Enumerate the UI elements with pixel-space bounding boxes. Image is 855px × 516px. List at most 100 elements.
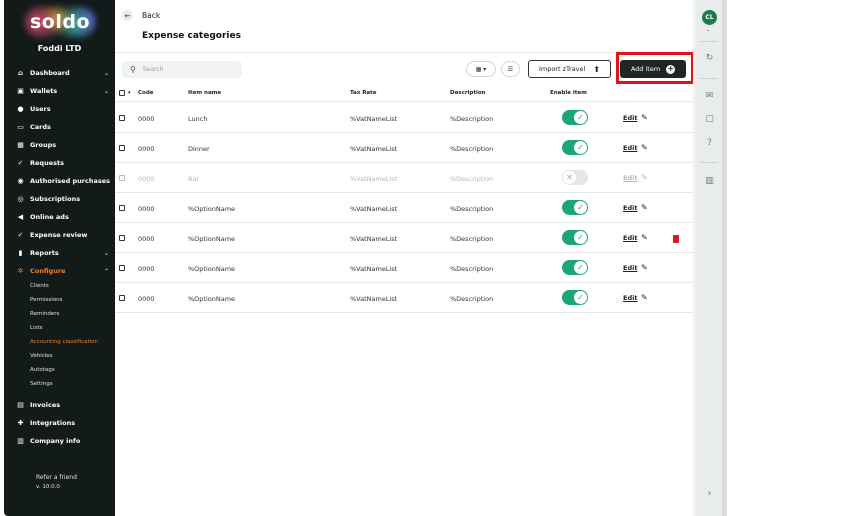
- sidebar-item-cards[interactable]: ▭ Cards: [4, 120, 115, 134]
- table-row: 0000 %OptionName %VatNameList %Description ✓…: [115, 193, 693, 223]
- row-checkbox[interactable]: [119, 295, 125, 301]
- sidebar-subitem-autotags[interactable]: Autotags: [30, 365, 55, 375]
- chevron-icon[interactable]: ⌄: [104, 70, 109, 77]
- megaphone-icon: ◀: [17, 213, 24, 221]
- sidebar-item-label: Online ads: [30, 213, 69, 221]
- enable-item-toggle[interactable]: ✓: [562, 200, 588, 215]
- sidebar-subitem-accounting-classification[interactable]: Accounting classification: [30, 337, 98, 347]
- pencil-icon[interactable]: ✎: [641, 233, 648, 242]
- sidebar-item-authorised-purchases[interactable]: ◉ Authorised purchases: [4, 174, 115, 188]
- chevron-icon[interactable]: ⌄: [104, 88, 109, 95]
- expand-chevron-icon[interactable]: ›: [703, 488, 716, 499]
- sidebar-subitem-permissions[interactable]: Permissions: [30, 295, 63, 305]
- list-view-button[interactable]: ☰: [501, 61, 520, 77]
- requests-icon: ✓: [17, 159, 24, 167]
- help-icon[interactable]: ?: [703, 138, 716, 148]
- chevron-icon[interactable]: ⌄: [104, 250, 109, 257]
- sidebar-item-requests[interactable]: ✓ Requests: [4, 156, 115, 170]
- chevron-icon[interactable]: ⌃: [104, 268, 109, 275]
- enable-item-toggle[interactable]: ✓: [562, 260, 588, 275]
- edit-link[interactable]: Edit: [623, 234, 637, 242]
- column-code: Code: [138, 90, 154, 96]
- sidebar-item-expense-review[interactable]: ✓ Expense review: [4, 228, 115, 242]
- cell-tax-rate: %VatNameList: [350, 175, 398, 183]
- rightbar-divider: [700, 78, 718, 79]
- refresh-icon[interactable]: ↻: [703, 53, 716, 63]
- sidebar-item-wallets[interactable]: ▣ Wallets ⌄: [4, 84, 115, 98]
- row-checkbox[interactable]: [119, 205, 125, 211]
- bank-icon[interactable]: ▥: [703, 176, 716, 186]
- enable-item-toggle[interactable]: ✓: [562, 140, 588, 155]
- cell-description: %Description: [450, 115, 494, 123]
- sidebar-item-users[interactable]: ● Users: [4, 102, 115, 116]
- sidebar-item-configure[interactable]: ✲ Configure ⌃: [4, 264, 115, 278]
- enable-item-toggle[interactable]: ✕: [562, 170, 588, 185]
- enable-item-toggle[interactable]: ✓: [562, 290, 588, 305]
- select-all-checkbox[interactable]: [119, 90, 125, 96]
- authorised-icon: ◉: [17, 177, 24, 185]
- enable-item-toggle[interactable]: ✓: [562, 110, 588, 125]
- avatar-chevron-icon[interactable]: ⌄: [706, 27, 710, 33]
- select-all-chevron-icon[interactable]: ▾: [128, 90, 131, 96]
- trash-icon[interactable]: [673, 235, 679, 243]
- table-row: 0000 %OptionName %VatNameList %Description ✓…: [115, 283, 693, 313]
- edit-link[interactable]: Edit: [623, 114, 637, 122]
- pencil-icon[interactable]: ✎: [641, 113, 648, 122]
- import-ztravel-button[interactable]: Import zTravel ⬆: [528, 60, 611, 78]
- back-button[interactable]: ← Back: [122, 10, 160, 21]
- avatar[interactable]: CL: [702, 10, 717, 25]
- upload-icon: ⬆: [593, 64, 601, 74]
- sidebar-item-label: Reports: [30, 249, 59, 257]
- cell-tax-rate: %VatNameList: [350, 295, 398, 303]
- cell-code: 0000: [138, 235, 155, 243]
- mail-icon[interactable]: ✉: [703, 91, 716, 101]
- pencil-icon[interactable]: ✎: [641, 143, 648, 152]
- check-icon: ✓: [574, 291, 587, 304]
- sidebar-item-company-info[interactable]: ▥ Company info: [4, 434, 115, 448]
- sidebar-subitem-settings[interactable]: Settings: [30, 379, 53, 389]
- building-icon: ▥: [17, 437, 24, 445]
- sidebar-subitem-vehicles[interactable]: Vehicles: [30, 351, 53, 361]
- home-icon: ⌂: [17, 69, 23, 77]
- pencil-icon[interactable]: ✎: [641, 173, 648, 182]
- sidebar-item-groups[interactable]: ▦ Groups: [4, 138, 115, 152]
- sidebar-item-integrations[interactable]: ✚ Integrations: [4, 416, 115, 430]
- sidebar-subitem-clients[interactable]: Clients: [30, 281, 49, 291]
- refer-friend-link[interactable]: Refer a friend: [36, 474, 77, 481]
- sidebar-item-subscriptions[interactable]: ◎ Subscriptions: [4, 192, 115, 206]
- sidebar-item-online-ads[interactable]: ◀ Online ads: [4, 210, 115, 224]
- row-checkbox[interactable]: [119, 115, 125, 121]
- cell-item-name: Dinner: [188, 145, 210, 153]
- edit-link[interactable]: Edit: [623, 144, 637, 152]
- rightbar-divider: [700, 41, 718, 42]
- row-checkbox[interactable]: [119, 175, 125, 181]
- cell-description: %Description: [450, 235, 494, 243]
- sidebar-item-reports[interactable]: ▮ Reports ⌄: [4, 246, 115, 260]
- row-checkbox[interactable]: [119, 265, 125, 271]
- sidebar-item-dashboard[interactable]: ⌂ Dashboard ⌄: [4, 66, 115, 80]
- pencil-icon[interactable]: ✎: [641, 203, 648, 212]
- edit-link[interactable]: Edit: [623, 294, 637, 302]
- enable-item-toggle[interactable]: ✓: [562, 230, 588, 245]
- pencil-icon[interactable]: ✎: [641, 293, 648, 302]
- sidebar-subitem-lists[interactable]: Lists: [30, 323, 42, 333]
- cell-tax-rate: %VatNameList: [350, 115, 398, 123]
- chat-icon[interactable]: ▢: [703, 114, 716, 124]
- cell-description: %Description: [450, 295, 494, 303]
- row-checkbox[interactable]: [119, 235, 125, 241]
- edit-link[interactable]: Edit: [623, 264, 637, 272]
- pencil-icon[interactable]: ✎: [641, 263, 648, 272]
- edit-link[interactable]: Edit: [623, 204, 637, 212]
- sidebar-item-invoices[interactable]: ▤ Invoices: [4, 398, 115, 412]
- table-row: 0000 %OptionName %VatNameList %Description ✓…: [115, 253, 693, 283]
- row-checkbox[interactable]: [119, 145, 125, 151]
- grid-view-button[interactable]: ▦ ▾: [466, 61, 496, 77]
- edit-link[interactable]: Edit: [623, 174, 637, 182]
- table-row: 0000 Bar %VatNameList %Description ✕ Edit ✎: [115, 163, 693, 193]
- back-label: Back: [142, 11, 161, 20]
- sidebar-subitem-reminders[interactable]: Reminders: [30, 309, 59, 319]
- check-icon: ✓: [17, 231, 24, 239]
- groups-icon: ▦: [17, 141, 24, 149]
- table-row: 0000 %OptionName %VatNameList %Description ✓…: [115, 223, 693, 253]
- search-input[interactable]: ⚲ Search: [122, 61, 242, 78]
